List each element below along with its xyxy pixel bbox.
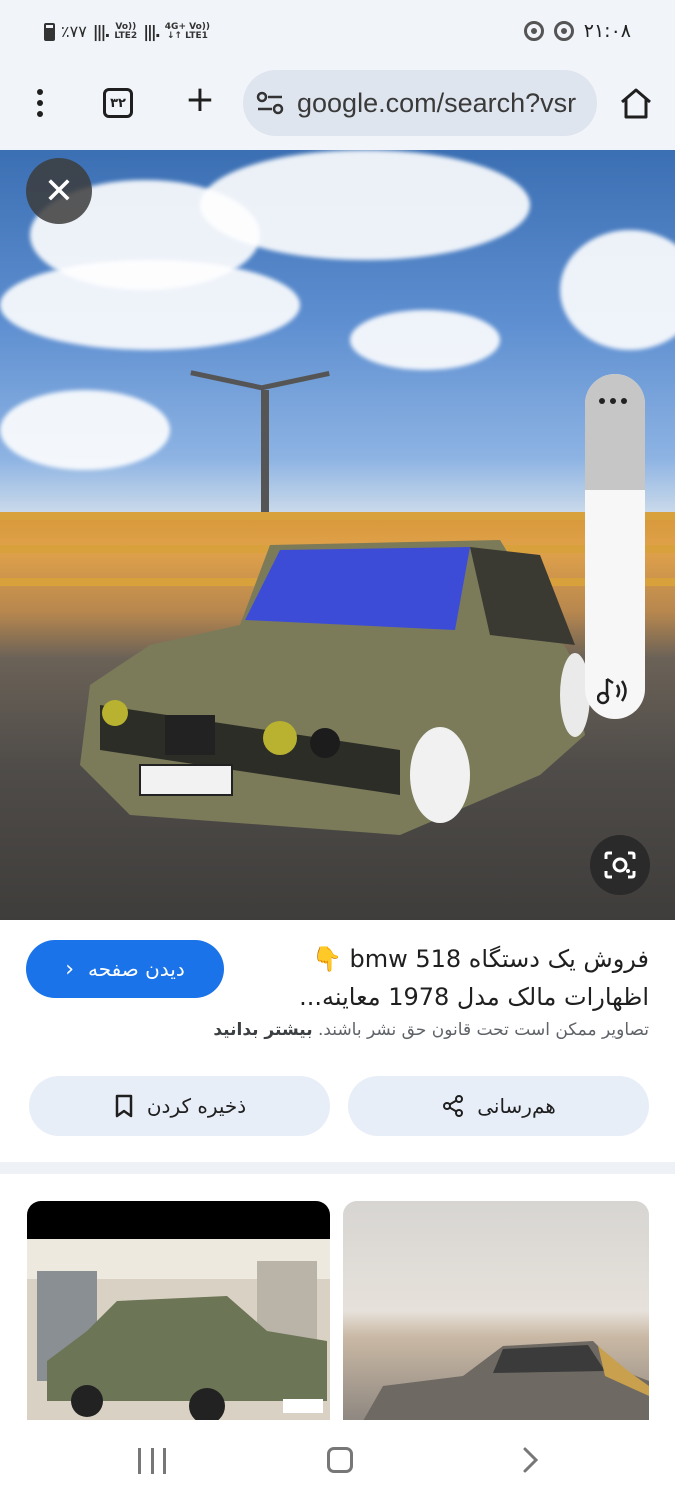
more-menu-icon[interactable] [28,86,52,120]
close-icon[interactable]: ✕ [26,158,92,224]
system-navigation-bar [0,1420,675,1500]
clock: ۲۱:۰۸ [583,20,631,42]
preview-image [0,150,675,920]
share-label: هم‌رسانی [477,1094,556,1118]
home-icon[interactable] [618,86,654,120]
chevron-left-icon: ‹ [65,956,75,982]
share-icon [443,1095,464,1117]
copyright-text: تصاویر ممکن است تحت قانون حق نشر باشند. [317,1020,649,1040]
related-image-thumbnail[interactable] [27,1201,330,1421]
tab-switcher-button[interactable]: ۳۲ [103,88,133,118]
sim1-network-label: 4G+ Vo)) ↓↑ LTE1 [164,21,211,41]
bookmark-icon [115,1094,133,1118]
new-tab-icon[interactable]: + [184,82,216,122]
share-button[interactable]: هم‌رسانی [348,1076,649,1136]
battery-icon [44,22,55,41]
back-icon[interactable] [517,1446,543,1474]
home-nav-icon[interactable] [327,1447,353,1473]
copyright-notice: تصاویر ممکن است تحت قانون حق نشر باشند. … [213,1020,649,1040]
result-title[interactable]: فروش یک دستگاه bmw 518 👇 اظهارات مالک مد… [249,940,649,1016]
signal-icon: |||. [92,22,111,41]
result-title-line1: فروش یک دستگاه bmw 518 👇 [311,945,649,973]
sim2-network-label: Vo)) LTE2 [114,21,138,41]
chrome-notification-icon [553,21,574,41]
related-image-thumbnail[interactable] [343,1201,649,1421]
signal-icon: |||. [143,22,161,41]
result-title-line2: اظهارات مالک مدل 1978 معاینه... [299,983,649,1011]
visit-page-label: دیدن صفحه [88,957,185,981]
section-divider [0,1162,675,1174]
visit-page-button[interactable]: دیدن صفحه ‹ [26,940,224,998]
battery-level: ٪۷۷ [61,22,87,41]
audio-panel-menu[interactable] [585,374,645,490]
save-button[interactable]: ذخیره کردن [29,1076,330,1136]
status-bar: ٪۷۷ |||. Vo)) LTE2 |||. 4G+ Vo)) ↓↑ LTE1 ۲… [0,0,675,68]
sound-icon[interactable] [596,675,635,707]
site-settings-icon[interactable] [256,91,284,115]
address-bar[interactable]: google.com/search?vsr [243,70,597,136]
recent-apps-icon[interactable] [138,1448,166,1474]
more-icon[interactable] [599,398,627,404]
url-text[interactable]: google.com/search?vsr [297,88,587,119]
learn-more-link[interactable]: بیشتر بدانید [213,1020,312,1040]
status-indicators: ٪۷۷ |||. Vo)) LTE2 |||. 4G+ Vo)) ↓↑ LTE1 [44,22,210,41]
save-label: ذخیره کردن [146,1094,247,1118]
browser-toolbar: ۳۲ + google.com/search?vsr [0,68,675,150]
google-lens-icon[interactable] [590,835,650,895]
car-photo [80,540,590,835]
audio-panel[interactable] [585,374,645,719]
status-right: ۲۱:۰۸ [523,20,631,42]
chrome-notification-icon [523,21,544,41]
